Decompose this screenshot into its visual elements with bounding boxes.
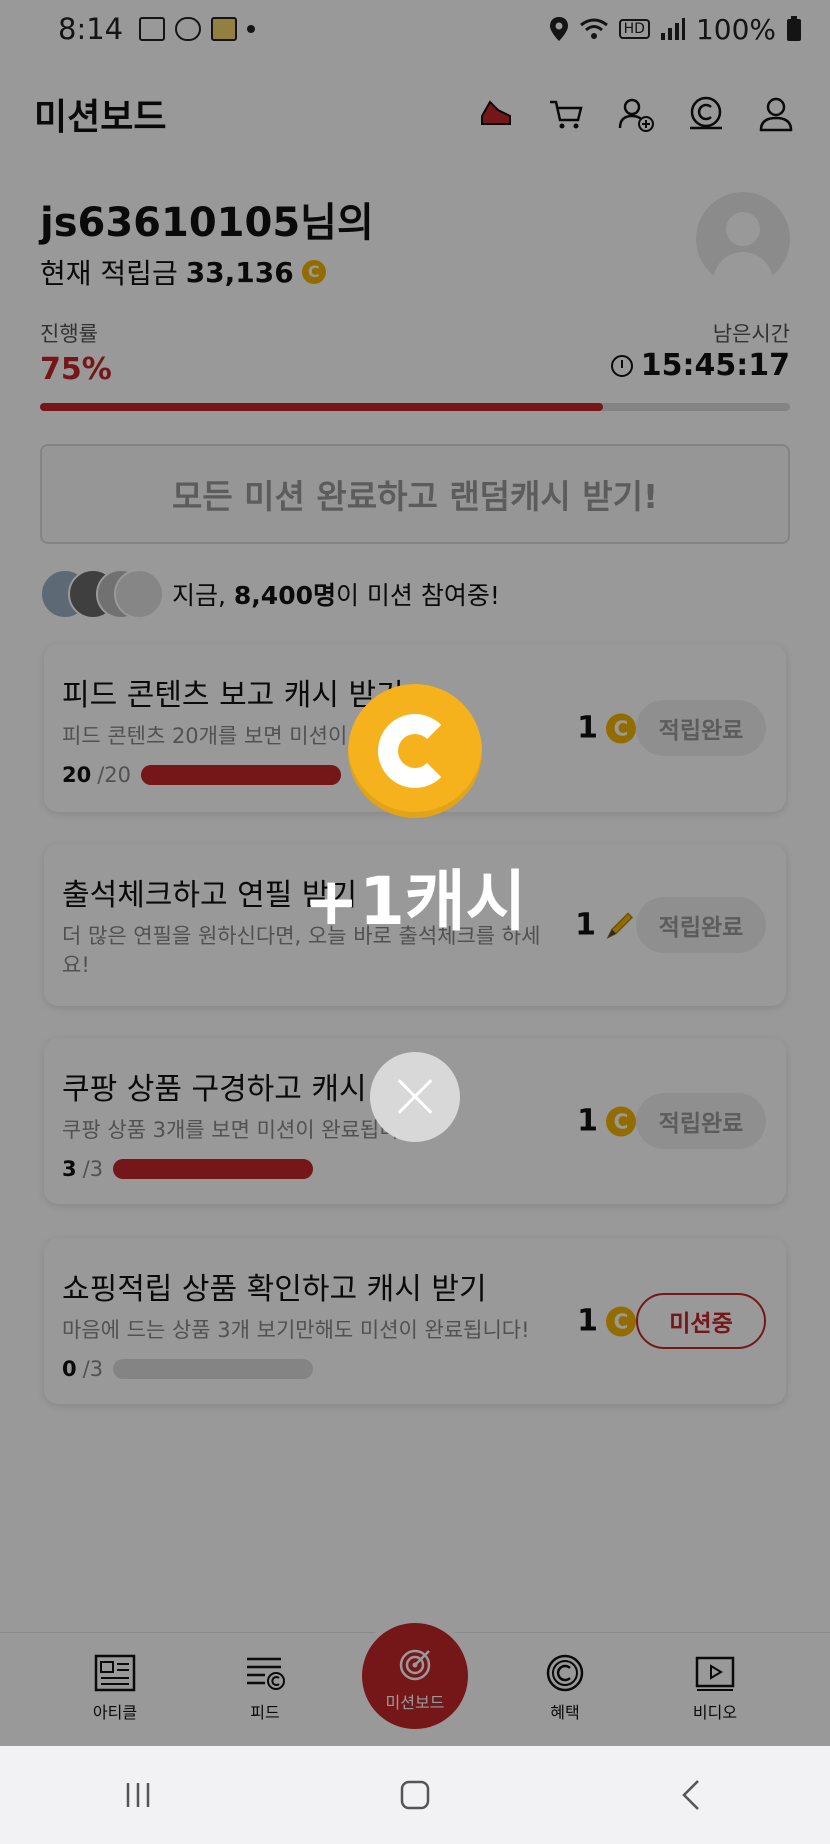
big-coin-c-glyph (378, 714, 452, 788)
system-nav-bar (0, 1746, 830, 1844)
back-icon[interactable] (672, 1775, 712, 1815)
reward-popup-text: +1캐시 (303, 863, 527, 940)
recent-apps-icon[interactable] (118, 1775, 158, 1815)
home-icon[interactable] (395, 1775, 435, 1815)
close-popup-button[interactable] (370, 1052, 460, 1142)
big-coin-icon (348, 684, 482, 818)
